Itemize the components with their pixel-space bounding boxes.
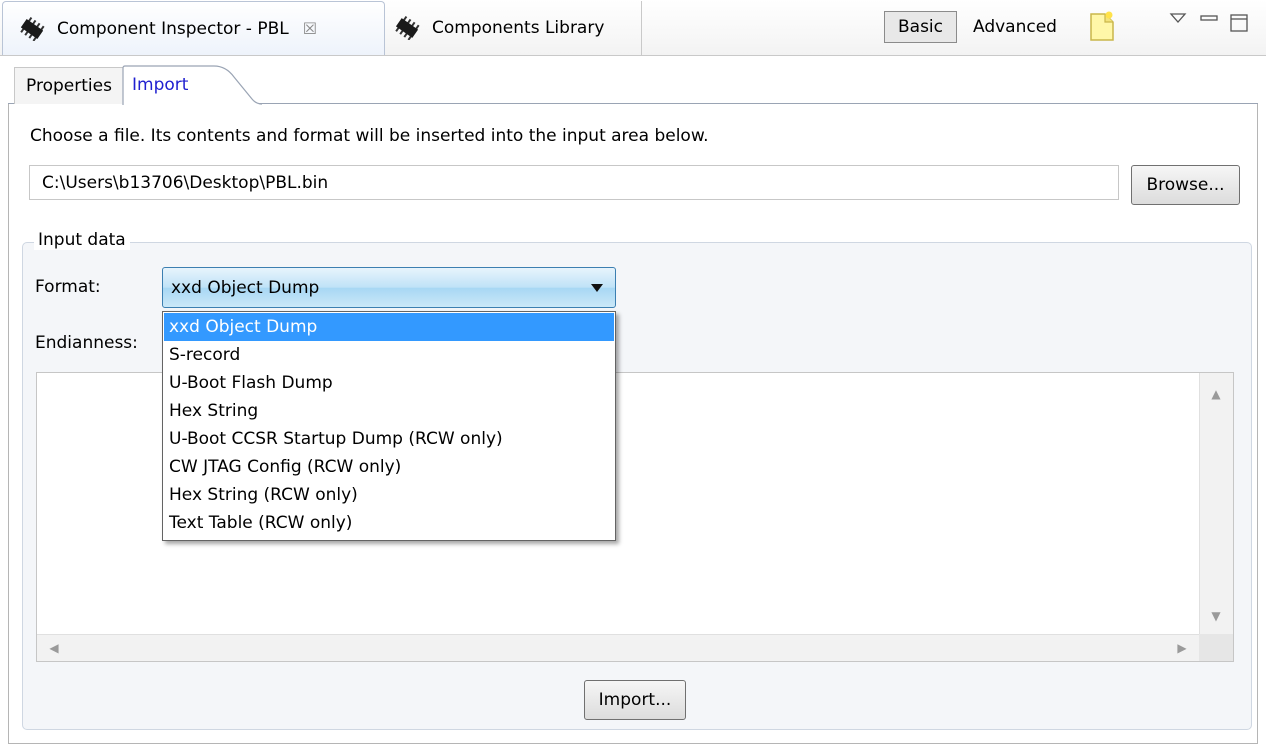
format-option[interactable]: xxd Object Dump <box>164 313 614 341</box>
scroll-corner <box>1199 634 1233 661</box>
minimize-icon[interactable] <box>1198 10 1220 26</box>
chevron-down-icon[interactable] <box>590 283 604 293</box>
tab-import[interactable]: Import <box>126 65 216 105</box>
format-option[interactable]: U-Boot Flash Dump <box>164 369 614 397</box>
format-option[interactable]: U-Boot CCSR Startup Dump (RCW only) <box>164 425 614 453</box>
scroll-up-icon[interactable]: ▲ <box>1208 386 1224 402</box>
basic-mode-button[interactable]: Basic <box>884 11 957 43</box>
format-select[interactable]: xxd Object Dump <box>162 267 616 308</box>
advanced-mode-button[interactable]: Advanced <box>961 11 1069 43</box>
tab-components-library-label: Components Library <box>432 18 605 38</box>
scroll-right-icon[interactable]: ▶ <box>1174 640 1190 656</box>
tab-component-inspector-label: Component Inspector - PBL <box>57 18 289 39</box>
tab-component-inspector[interactable]: Component Inspector - PBL ☒ <box>2 1 385 55</box>
maximize-icon[interactable] <box>1228 10 1250 34</box>
tab-properties[interactable]: Properties <box>14 67 124 104</box>
chip-icon <box>395 16 420 40</box>
format-option[interactable]: Hex String (RCW only) <box>164 481 614 509</box>
format-option[interactable]: Hex String <box>164 397 614 425</box>
format-option[interactable]: CW JTAG Config (RCW only) <box>164 453 614 481</box>
browse-button[interactable]: Browse... <box>1131 165 1240 205</box>
tab-components-library[interactable]: Components Library <box>386 1 642 55</box>
view-menu-icon[interactable] <box>1168 10 1188 26</box>
import-button[interactable]: Import... <box>584 680 686 720</box>
format-dropdown-list: xxd Object Dump S-record U-Boot Flash Du… <box>162 311 616 541</box>
scroll-down-icon[interactable]: ▼ <box>1208 608 1224 624</box>
endianness-label: Endianness: <box>35 333 138 353</box>
format-label: Format: <box>35 277 101 297</box>
input-data-group-label: Input data <box>34 230 130 250</box>
horizontal-scrollbar[interactable] <box>37 634 1199 661</box>
instructions-text: Choose a file. Its contents and format w… <box>30 126 709 146</box>
scroll-left-icon[interactable]: ◀ <box>46 640 62 656</box>
format-option[interactable]: Text Table (RCW only) <box>164 509 614 537</box>
new-note-icon[interactable] <box>1089 10 1115 42</box>
file-path-input[interactable] <box>29 165 1119 200</box>
close-icon[interactable]: ☒ <box>303 19 317 38</box>
format-select-value: xxd Object Dump <box>171 277 320 298</box>
vertical-scrollbar[interactable] <box>1199 373 1233 635</box>
format-option[interactable]: S-record <box>164 341 614 369</box>
chip-icon <box>20 16 45 41</box>
